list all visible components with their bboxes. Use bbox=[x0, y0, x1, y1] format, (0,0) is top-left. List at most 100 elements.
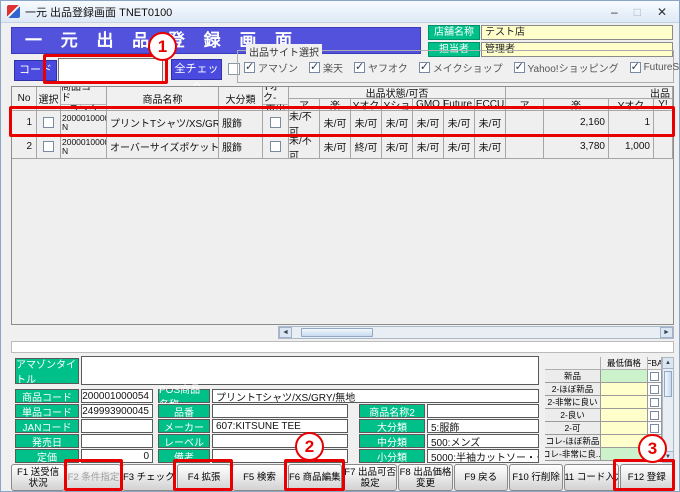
row-status-cell: 未/可 bbox=[382, 135, 413, 159]
scroll-right-icon[interactable]: ► bbox=[660, 327, 673, 338]
row-status-cell: 未/可 bbox=[475, 135, 506, 159]
row-relist-cell[interactable] bbox=[263, 135, 289, 159]
row-listing-cell bbox=[506, 111, 544, 135]
row-listing-cell: 1,000 bbox=[609, 135, 654, 159]
form-field-中分類[interactable]: 500:メンズ bbox=[427, 434, 539, 448]
row-status-cell: 未/可 bbox=[382, 111, 413, 135]
maximize-button[interactable]: □ bbox=[634, 6, 641, 18]
cond-price-field[interactable] bbox=[601, 383, 648, 396]
scroll-up-icon[interactable]: ▲ bbox=[663, 358, 673, 369]
row-select-checkbox[interactable] bbox=[43, 141, 54, 152]
row-select-cell[interactable] bbox=[37, 135, 61, 159]
row-relist-cell[interactable] bbox=[263, 111, 289, 135]
site-checkbox-icon[interactable] bbox=[630, 62, 641, 73]
form-field-メーカー[interactable]: 607:KITSUNE TEE bbox=[212, 419, 348, 433]
code-input[interactable] bbox=[58, 58, 163, 82]
function-key-label: F2 条件指定 bbox=[68, 472, 120, 483]
col-header-yauction-relist: Yオク-再出 bbox=[263, 87, 289, 111]
site-checkbox-1[interactable]: アマゾン bbox=[244, 60, 298, 75]
function-key-f6[interactable]: F6 商品編集 bbox=[288, 464, 342, 491]
row-relist-checkbox[interactable] bbox=[270, 141, 281, 152]
function-key-label: F5 検索 bbox=[243, 472, 276, 483]
site-checkbox-icon[interactable] bbox=[354, 62, 365, 73]
cond-fba-cell bbox=[648, 370, 662, 383]
minimize-button[interactable]: – bbox=[611, 6, 618, 18]
cond-fba-checkbox[interactable] bbox=[650, 372, 659, 381]
site-label: アマゾン bbox=[258, 60, 298, 75]
row-relist-checkbox[interactable] bbox=[270, 117, 281, 128]
site-checkbox-icon[interactable] bbox=[244, 62, 255, 73]
form-label-商品コード: 商品コード bbox=[15, 389, 79, 403]
cond-price-field[interactable] bbox=[601, 396, 648, 409]
row-listing-cell: 2,160 bbox=[544, 111, 609, 135]
form-field-単品コード[interactable]: 249993900045 bbox=[81, 404, 153, 418]
form-field-POS商品名称[interactable]: プリントTシャツ/XS/GRY/無地 bbox=[212, 389, 539, 403]
horizontal-scrollbar[interactable]: ◄ ► bbox=[278, 326, 674, 339]
annotation-circle-2: 2 bbox=[295, 432, 324, 461]
form-label-POS商品名称: POS商品名称 bbox=[158, 389, 210, 403]
form-field-レーベル[interactable] bbox=[212, 434, 348, 448]
scrollbar-thumb[interactable] bbox=[301, 328, 373, 337]
form-field-備考[interactable] bbox=[212, 449, 348, 463]
site-checkbox-2[interactable]: 楽天 bbox=[309, 60, 343, 75]
cond-fba-checkbox[interactable] bbox=[650, 385, 659, 394]
form-field-発売日[interactable] bbox=[81, 434, 153, 448]
site-checkbox-icon[interactable] bbox=[514, 62, 525, 73]
vscrollbar-thumb[interactable] bbox=[664, 371, 672, 397]
status-col-header: ECCU bbox=[475, 99, 506, 111]
form-label-発売日: 発売日 bbox=[15, 434, 79, 448]
row-status-cell: 未/不可 bbox=[289, 111, 320, 135]
function-key-f4[interactable]: F4 拡張 bbox=[177, 464, 231, 491]
form-field-商品名称2[interactable] bbox=[427, 404, 539, 418]
app-icon bbox=[7, 5, 20, 18]
function-key-f5[interactable]: F5 検索 bbox=[232, 464, 286, 491]
row-status-cell: 未/可 bbox=[413, 135, 444, 159]
cond-price-field[interactable] bbox=[601, 409, 648, 422]
function-key-f7[interactable]: F7 出品可否設定 bbox=[343, 464, 397, 491]
row-rank: N bbox=[62, 147, 68, 156]
cond-price-field[interactable] bbox=[601, 422, 648, 435]
function-key-f12[interactable]: F12 登録 bbox=[620, 464, 674, 491]
site-label: FutureShop2 bbox=[644, 62, 680, 73]
site-checkbox-3[interactable]: ヤフオク bbox=[354, 60, 408, 75]
site-checkbox-4[interactable]: メイクショップ bbox=[419, 60, 503, 75]
site-checkbox-icon[interactable] bbox=[309, 62, 320, 73]
cond-price-field[interactable] bbox=[601, 370, 648, 383]
row-status-cell: 未/可 bbox=[413, 111, 444, 135]
form-field-定価[interactable]: 0 bbox=[81, 449, 153, 463]
row-select-cell[interactable] bbox=[37, 111, 61, 135]
cond-fba-cell bbox=[648, 383, 662, 396]
form-label-レーベル: レーベル bbox=[158, 434, 210, 448]
form-field-小分類[interactable]: 5000:半袖カットソー・タンク bbox=[427, 449, 539, 463]
function-key-f1[interactable]: F1 送受信状況 bbox=[11, 464, 65, 491]
function-key-f8[interactable]: F8 出品価格変更 bbox=[398, 464, 452, 491]
close-button[interactable]: ✕ bbox=[657, 6, 667, 18]
site-checkbox-5[interactable]: Yahoo!ショッピング bbox=[514, 60, 619, 75]
site-checkbox-icon[interactable] bbox=[419, 62, 430, 73]
form-field-JANコード[interactable] bbox=[81, 419, 153, 433]
scroll-left-icon[interactable]: ◄ bbox=[279, 327, 292, 338]
col-header-code-line1: 商品コード bbox=[61, 87, 106, 104]
form-field-品番[interactable] bbox=[212, 404, 348, 418]
form-label-メーカー: メーカー bbox=[158, 419, 210, 433]
form-field-大分類[interactable]: 5:服飾 bbox=[427, 419, 539, 433]
function-key-f3[interactable]: F3 チェック bbox=[122, 464, 176, 491]
row-code-cell: 200001000076N bbox=[61, 135, 107, 159]
function-key-label: F7 出品可否 bbox=[344, 467, 396, 478]
check-all-button[interactable]: 全チェック bbox=[171, 59, 222, 80]
site-checkbox-6[interactable]: FutureShop2 bbox=[630, 62, 680, 73]
cond-fba-checkbox[interactable] bbox=[650, 424, 659, 433]
site-label: メイクショップ bbox=[433, 60, 503, 75]
function-key-f11[interactable]: F11 コード入力 bbox=[564, 464, 618, 491]
cond-fba-checkbox[interactable] bbox=[650, 398, 659, 407]
cond-header-min-price: 最低価格 bbox=[601, 357, 648, 370]
function-key-f10[interactable]: F10 行削除 bbox=[509, 464, 563, 491]
col-header-category: 大分類 bbox=[219, 87, 263, 111]
row-status-cell: 未/可 bbox=[320, 111, 351, 135]
function-key-f9[interactable]: F9 戻る bbox=[454, 464, 508, 491]
form-field-商品コード[interactable]: 200001000054 bbox=[81, 389, 153, 403]
row-select-checkbox[interactable] bbox=[43, 117, 54, 128]
cond-header-blank bbox=[545, 357, 601, 370]
amazon-title-field[interactable] bbox=[81, 356, 539, 385]
cond-fba-checkbox[interactable] bbox=[650, 411, 659, 420]
